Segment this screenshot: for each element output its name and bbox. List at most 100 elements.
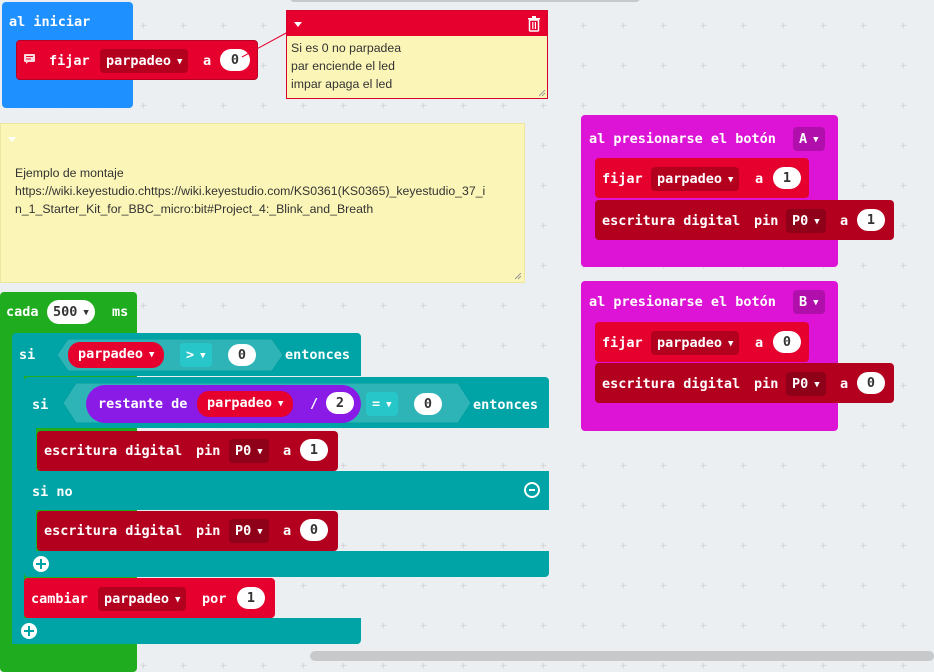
chevron-down-icon: ▼ [83,308,89,318]
pin-label: pin [196,523,221,539]
chevron-down-icon: ▼ [257,447,263,457]
variable-name: parpadeo [657,335,723,351]
comment-header[interactable] [287,11,547,36]
variable-name: parpadeo [78,346,144,362]
chevron-down-icon: ▼ [814,380,820,390]
button-dropdown[interactable]: B ▼ [793,290,825,314]
pin-dropdown[interactable]: P0 ▼ [786,209,826,233]
comment-line: impar apaga el led [291,77,393,91]
value-input[interactable]: 0 [773,331,801,353]
set-parpadeo-block[interactable]: fijar parpadeo ▼ a 1 [595,158,809,198]
to-label: a [840,213,849,229]
set-label: fijar [602,171,643,187]
if-else-block[interactable]: si restante de parpadeo ▼ / 2 = ▼ 0 entonc… [24,377,549,428]
on-button-label: al presionarse el botón [589,131,776,147]
chevron-down-icon: ▼ [813,298,819,308]
set-label: fijar [49,53,90,69]
to-label: a [283,443,292,459]
change-parpadeo-block[interactable]: cambiar parpadeo ▼ por 1 [24,578,275,618]
change-label: cambiar [31,591,88,607]
comment-line: par enciende el led [291,59,395,73]
set-label: fijar [602,335,643,351]
variable-name: parpadeo [104,591,170,607]
variable-name: parpadeo [657,171,723,187]
value-input[interactable]: 1 [857,209,885,231]
collapse-arrow-icon[interactable] [294,22,302,27]
operator-dropdown[interactable]: > ▼ [180,343,212,367]
chevron-down-icon: ▼ [200,351,206,361]
if-block-spine [12,376,24,644]
pin-name: P0 [792,376,809,392]
interval-dropdown[interactable]: 500 ▼ [47,300,95,324]
set-parpadeo-block[interactable]: fijar parpadeo ▼ a 0 [595,322,809,362]
pin-name: P0 [792,213,809,229]
chevron-down-icon: ▼ [149,350,155,360]
value-input[interactable]: 0 [857,372,885,394]
comment-text[interactable]: Si es 0 no parpadea par enciende el led … [291,39,401,93]
on-button-label: al presionarse el botón [589,294,776,310]
chevron-down-icon: ▼ [177,57,183,67]
if-else-footer [24,551,549,577]
variable-dropdown[interactable]: parpadeo ▼ [98,587,187,611]
set-parpadeo-block[interactable]: fijar parpadeo ▼ a 0 [16,40,258,80]
to-label: a [203,53,212,69]
chevron-down-icon: ▼ [175,595,181,605]
collapse-arrow-icon[interactable] [8,137,16,142]
pin-dropdown[interactable]: P0 ▼ [229,439,269,463]
resize-handle-icon[interactable] [539,90,546,97]
digital-write-block[interactable]: escritura digital pin P0 ▼ a 0 [37,511,338,551]
remainder-block[interactable]: restante de parpadeo ▼ / 2 [86,385,361,423]
comment-box-red[interactable]: Si es 0 no parpadea par enciende el led … [286,10,548,99]
remainder-label: restante de [98,396,188,412]
remove-else-icon[interactable] [524,482,540,498]
operator: > [186,347,195,363]
comment-icon[interactable] [24,54,35,64]
chevron-down-icon: ▼ [728,339,734,349]
value-input[interactable]: 0 [228,344,256,366]
comment-link-line2: n_1_Starter_Kit_for_BBC_micro:bit#Projec… [15,202,374,216]
every-label: cada [6,304,39,320]
divisor-input[interactable]: 2 [326,392,354,414]
value-input[interactable]: 0 [300,519,328,541]
value-input[interactable]: 1 [237,587,265,609]
button-dropdown[interactable]: A ▼ [793,127,825,151]
trash-icon[interactable] [527,15,541,32]
add-else-if-icon[interactable] [33,556,49,572]
then-label: entonces [285,347,351,363]
value-input[interactable]: 1 [773,167,801,189]
chevron-down-icon: ▼ [257,527,263,537]
value-input[interactable]: 1 [300,439,328,461]
digital-write-label: escritura digital [44,523,183,539]
digital-write-label: escritura digital [602,376,741,392]
variable-dropdown[interactable]: parpadeo ▼ [100,49,189,73]
variable-reporter[interactable]: parpadeo ▼ [197,391,294,417]
if-else-spine [24,428,36,472]
comment-box-yellow[interactable]: Ejemplo de montaje https://wiki.keyestud… [0,123,525,283]
on-start-label: al iniciar [9,14,91,30]
if-block[interactable]: si parpadeo ▼ > ▼ 0 entonces [12,333,361,376]
operator-dropdown[interactable]: = ▼ [366,392,398,416]
pin-label: pin [754,376,779,392]
value-input[interactable]: 0 [414,393,442,415]
variable-reporter[interactable]: parpadeo ▼ [68,342,165,368]
else-section[interactable]: si no [24,471,549,510]
to-label: a [840,376,849,392]
horizontal-scrollbar-top[interactable] [290,0,640,2]
digital-write-block[interactable]: escritura digital pin P0 ▼ a 0 [595,363,894,403]
comment-link-line1: https://wiki.keyestudio.chttps://wiki.ke… [15,184,486,198]
comment-title: Ejemplo de montaje [15,166,124,180]
pin-dropdown[interactable]: P0 ▼ [229,519,269,543]
to-label: a [755,171,764,187]
chevron-down-icon: ▼ [728,175,734,185]
variable-dropdown[interactable]: parpadeo ▼ [651,167,740,191]
digital-write-block[interactable]: escritura digital pin P0 ▼ a 1 [37,431,338,471]
resize-handle-icon[interactable] [515,273,522,280]
variable-dropdown[interactable]: parpadeo ▼ [651,331,740,355]
pin-dropdown[interactable]: P0 ▼ [786,372,826,396]
add-else-icon[interactable] [21,623,37,639]
horizontal-scrollbar[interactable] [310,651,934,661]
digital-write-block[interactable]: escritura digital pin P0 ▼ a 1 [595,200,894,240]
by-label: por [202,591,227,607]
pin-label: pin [754,213,779,229]
else-label: si no [32,484,73,500]
